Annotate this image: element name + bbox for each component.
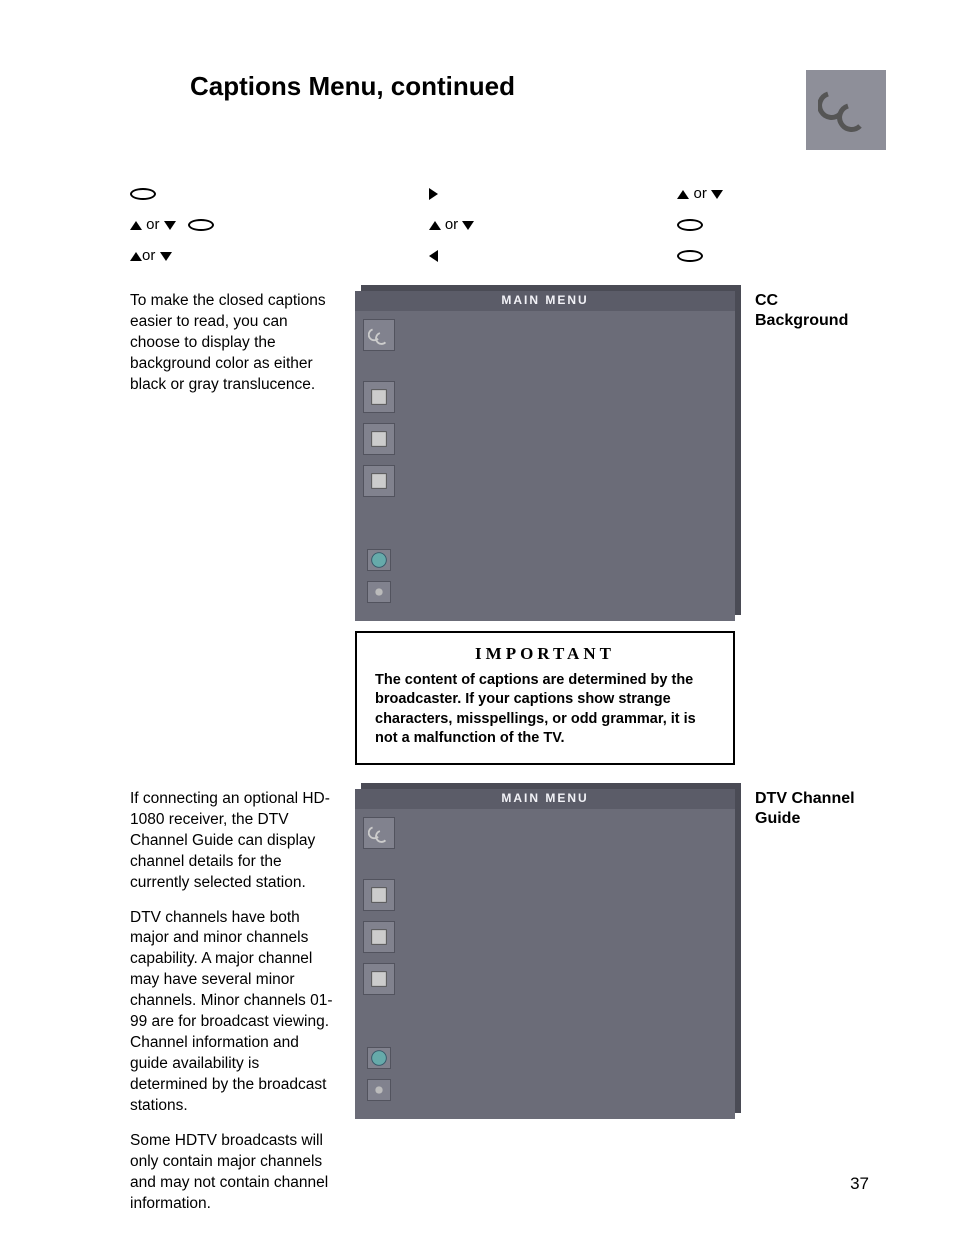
tv-menu-cc-background: MAIN MENU xyxy=(355,291,735,621)
menu-dot-icon xyxy=(367,581,391,603)
nav-steps: or or or or xyxy=(130,180,886,273)
right-arrow-icon xyxy=(429,188,438,200)
menu-cc-icon xyxy=(363,319,395,351)
page-title: Captions Menu, continued xyxy=(190,70,515,104)
dtv-guide-description: If connecting an optional HD-1080 receiv… xyxy=(130,789,335,1229)
important-title: IMPORTANT xyxy=(375,643,715,665)
menu-globe-icon xyxy=(367,1047,391,1069)
menu-box-icon xyxy=(363,423,395,455)
page-number: 37 xyxy=(850,1173,869,1195)
up-arrow-icon xyxy=(429,221,441,230)
up-arrow-icon xyxy=(130,221,142,230)
menu-dot-icon xyxy=(367,1079,391,1101)
important-body: The content of captions are determined b… xyxy=(375,671,715,749)
menu-button-icon xyxy=(677,219,703,231)
menu-box-icon xyxy=(363,963,395,995)
tv-header: MAIN MENU xyxy=(355,291,735,311)
down-arrow-icon xyxy=(164,221,176,230)
or-text: or xyxy=(689,185,711,202)
menu-button-icon xyxy=(188,219,214,231)
left-arrow-icon xyxy=(429,250,438,262)
important-note: IMPORTANT The content of captions are de… xyxy=(355,631,735,765)
menu-button-icon xyxy=(677,250,703,262)
down-arrow-icon xyxy=(462,221,474,230)
down-arrow-icon xyxy=(160,252,172,261)
tv-header: MAIN MENU xyxy=(355,789,735,809)
or-text: or xyxy=(142,247,160,264)
tv-menu-dtv-guide: MAIN MENU xyxy=(355,789,735,1119)
menu-box-icon xyxy=(363,381,395,413)
menu-cc-icon xyxy=(363,817,395,849)
menu-button-icon xyxy=(130,188,156,200)
or-text: or xyxy=(441,216,463,233)
cc-badge-icon xyxy=(806,70,886,150)
menu-globe-icon xyxy=(367,549,391,571)
down-arrow-icon xyxy=(711,190,723,199)
or-text: or xyxy=(142,216,164,233)
cc-background-description: To make the closed captions easier to re… xyxy=(130,291,335,410)
menu-box-icon xyxy=(363,879,395,911)
section-label-dtv-guide: DTV Channel Guide xyxy=(755,789,885,829)
up-arrow-icon xyxy=(677,190,689,199)
section-label-cc-background: CC Background xyxy=(755,291,885,331)
menu-box-icon xyxy=(363,465,395,497)
up-arrow-icon xyxy=(130,252,142,261)
menu-box-icon xyxy=(363,921,395,953)
